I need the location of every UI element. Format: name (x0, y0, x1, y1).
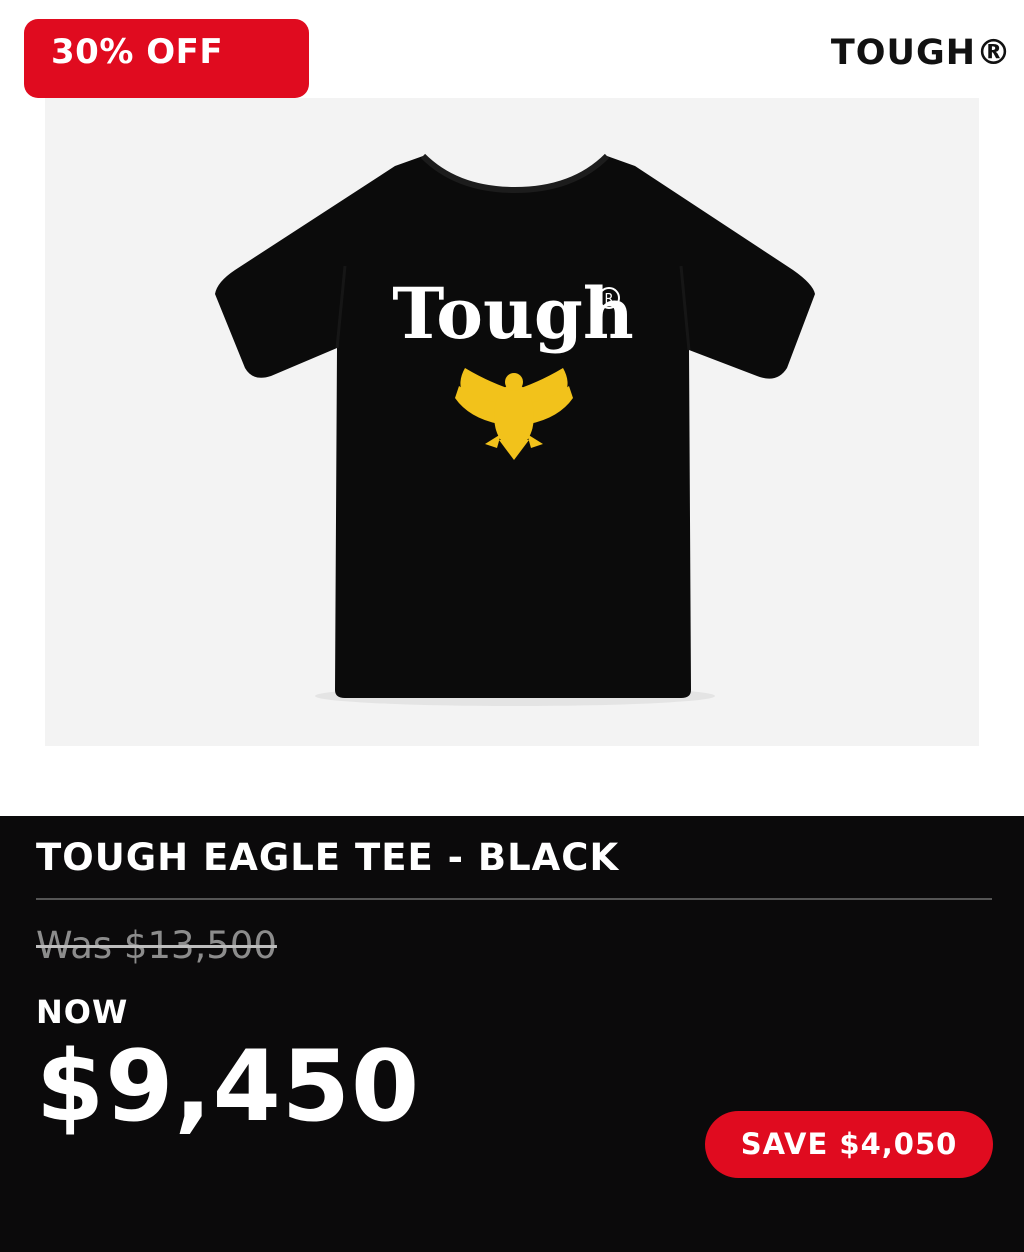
registered-mark-letter: R (604, 292, 613, 307)
divider (36, 898, 992, 900)
discount-badge-label: 30% OFF (51, 32, 224, 72)
product-title: TOUGH EAGLE TEE - BLACK (36, 836, 620, 879)
now-label: NOW (36, 993, 129, 1031)
now-price: $9,450 (36, 1030, 421, 1144)
brand-logo: TOUGH® (830, 33, 1012, 73)
was-price: Was $13,500 (36, 924, 277, 967)
shirt-print-text: Tough (392, 272, 633, 355)
product-photo[interactable]: Tough R (45, 98, 979, 746)
t-shirt-illustration: Tough R (215, 153, 815, 706)
discount-badge: 30% OFF (24, 19, 309, 98)
save-badge: SAVE $4,050 (705, 1111, 993, 1178)
